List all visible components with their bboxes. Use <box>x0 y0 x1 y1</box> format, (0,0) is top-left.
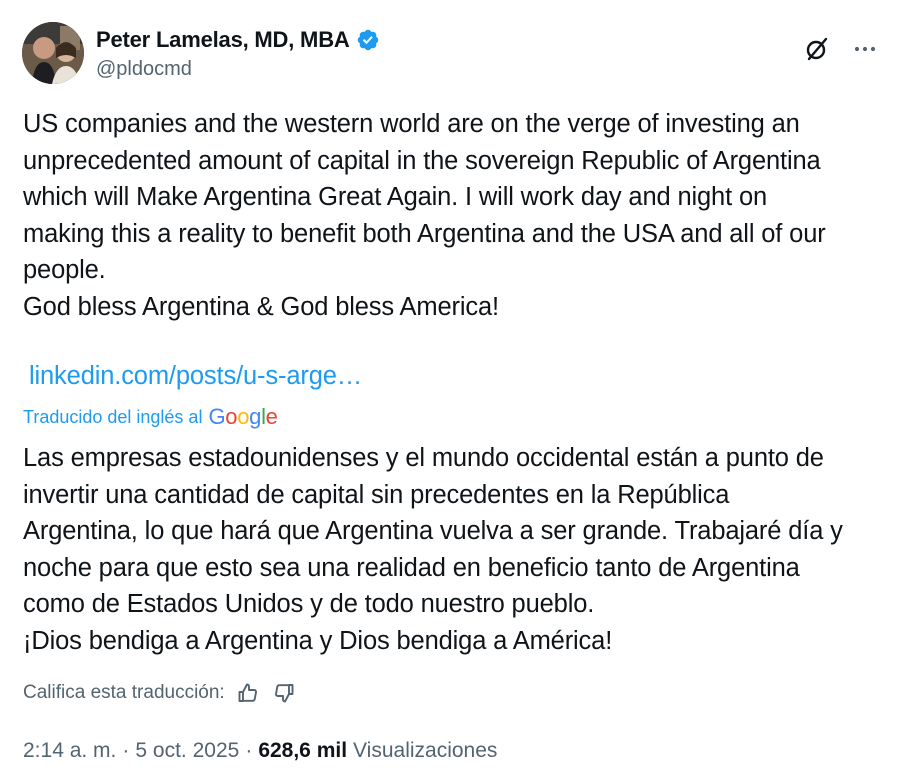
author-handle[interactable]: @pldocmd <box>96 58 380 81</box>
translation-attribution: Traducido del inglés al Google <box>23 404 278 430</box>
tweet-text-line: unprecedented amount of capital in the s… <box>23 146 821 175</box>
translated-text-line: Argentina, lo que hará que Argentina vue… <box>23 517 843 545</box>
tweet-meta: 2:14 a. m. · 5 oct. 2025 · 628,6 mil Vis… <box>23 739 497 763</box>
google-logo: Google <box>208 404 278 429</box>
translation-label[interactable]: Traducido del inglés al <box>23 407 202 428</box>
meta-separator: · <box>245 739 253 762</box>
tweet-text-line: God bless Argentina & God bless America! <box>23 292 499 321</box>
thumbs-down-icon[interactable] <box>271 680 297 706</box>
translated-text: Las empresas estadounidenses y el mundo … <box>23 440 883 659</box>
translated-text-line: invertir una cantidad de capital sin pre… <box>23 480 730 509</box>
grok-icon[interactable] <box>804 36 830 62</box>
translated-text-line: Las empresas estadounidenses y el mundo … <box>23 444 824 472</box>
translated-text-line: como de Estados Unidos y de todo nuestro… <box>23 590 595 618</box>
tweet-text-line: US companies and the western world are o… <box>23 110 800 138</box>
tweet-text-line: people. <box>23 256 106 284</box>
more-options-icon[interactable] <box>852 36 878 62</box>
tweet-card: Peter Lamelas, MD, MBA @pldocmd US compa… <box>0 0 900 783</box>
tweet-header: Peter Lamelas, MD, MBA @pldocmd <box>22 22 878 86</box>
tweet-date[interactable]: 5 oct. 2025 <box>135 739 239 763</box>
tweet-text-line: making this a reality to benefit both Ar… <box>23 219 826 248</box>
rate-translation-label: Califica esta traducción: <box>23 682 225 703</box>
meta-separator: · <box>122 739 130 762</box>
translated-text-line: ¡Dios bendiga a Argentina y Dios bendiga… <box>23 626 613 655</box>
tweet-time[interactable]: 2:14 a. m. <box>23 739 116 763</box>
views-label: Visualizaciones <box>353 739 498 762</box>
avatar[interactable] <box>22 22 84 84</box>
linkedin-link[interactable]: linkedin.com/posts/u-s-arge… <box>29 362 362 391</box>
tweet-text-line: which will Make Argentina Great Again. I… <box>23 183 768 211</box>
author-display-name[interactable]: Peter Lamelas, MD, MBA <box>96 27 350 53</box>
rate-translation: Califica esta traducción: <box>23 680 297 706</box>
translated-text-line: noche para que esto sea una realidad en … <box>23 553 800 582</box>
tweet-text: US companies and the western world are o… <box>23 106 883 325</box>
thumbs-up-icon[interactable] <box>235 680 261 706</box>
verified-badge-icon <box>356 28 380 52</box>
views-count: 628,6 mil <box>258 739 348 762</box>
